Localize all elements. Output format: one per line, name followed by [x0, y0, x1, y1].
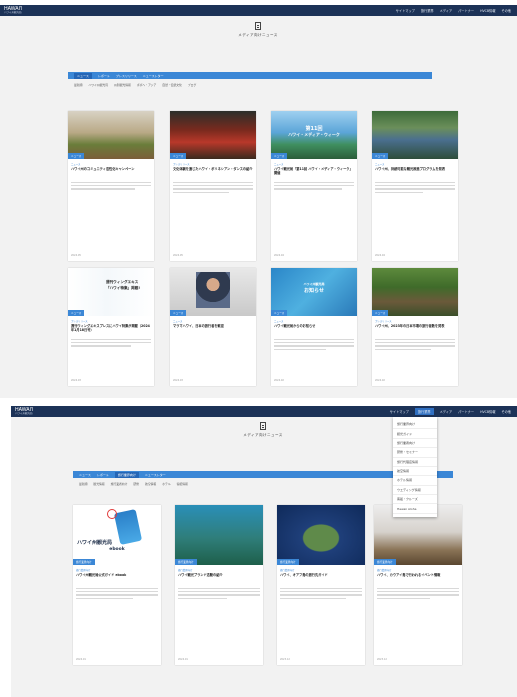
card-title[interactable]: ハワイ観光局からのお知らせ: [274, 324, 354, 337]
filter-5[interactable]: ホテル: [162, 482, 170, 486]
card-thumbnail: ニュース: [68, 111, 154, 159]
tab-press[interactable]: プレスリリース: [116, 74, 137, 78]
news-card[interactable]: ニュース プレスリリース ハワイ州、2023年の日本市場の旅行者数を発表 202…: [372, 268, 458, 386]
nav-other[interactable]: その他: [501, 8, 511, 13]
dropdown-item[interactable]: 旅行代理店情報: [393, 458, 437, 467]
top-header-bar: HAWAI'I ハワイ州観光局 サイトマップ 旅行業界 メディア パートナー H…: [0, 5, 517, 16]
page-title: メディア向けニュース: [238, 33, 278, 37]
nav-partner[interactable]: パートナー: [458, 409, 474, 414]
trade-dropdown-menu: 旅行業界向け 観光ガイド 旅行業者向け 研修・セミナー 旅行代理店情報 航空情報…: [393, 417, 437, 517]
news-card[interactable]: ニュース ニュース ハワイ州、持続可能な観光推進プログラムを発表 2024.04: [372, 111, 458, 261]
top-page-heading: メディア向けニュース: [208, 22, 308, 38]
trade-card[interactable]: ハワイ州観光局 ebook 旅行業界向け 旅行業界向け ハワイ州観光局公式ガイド…: [73, 505, 161, 665]
news-card[interactable]: ニュース プレスリリース 文化体験を通じたハワイ・ポリネシアン・ダンスの紹介 2…: [170, 111, 256, 261]
dropdown-item[interactable]: ホテル情報: [393, 476, 437, 486]
filter-2[interactable]: 州別観光情報: [114, 83, 131, 87]
page-title: メディア向けニュース: [243, 433, 283, 437]
tab-newsletter[interactable]: ニュースレター: [145, 473, 166, 477]
card-title[interactable]: マラマハワイ、日本の旅行者を歓迎: [173, 324, 253, 337]
document-icon: [260, 422, 266, 430]
card-thumbnail: ニュース: [372, 268, 458, 316]
card-thumbnail: 旅行業界向け: [175, 505, 263, 565]
hawaii-logo[interactable]: HAWAI'I ハワイ州観光局: [11, 407, 51, 416]
card-title[interactable]: ハワイ観光局「第11回 ハワイ・メディア・ウィーク」開催: [274, 167, 354, 180]
card-title[interactable]: 週刊ウィングエキスプレスにハワイ特集が掲載（2024年1月18日号）: [71, 324, 151, 337]
news-card[interactable]: 第11回 ハワイ・メディア・ウィーク ニュース ニュース ハワイ観光局「第11回…: [271, 111, 357, 261]
nav-trade[interactable]: 旅行業界: [421, 8, 434, 13]
filter-1[interactable]: 観光情報: [93, 482, 104, 486]
dropdown-item[interactable]: ウエディング情報: [393, 486, 437, 495]
no-sign-icon: [107, 509, 117, 519]
card-thumbnail: ニュース: [372, 111, 458, 159]
tab-trade[interactable]: 旅行業界向け: [114, 471, 139, 478]
top-nav: サイトマップ 旅行業界 メディア パートナー HVCB情報 その他: [396, 8, 517, 13]
dropdown-item[interactable]: 観光ガイド: [393, 429, 437, 439]
tab-report[interactable]: レポート: [98, 74, 110, 78]
nav-media[interactable]: メディア: [440, 409, 453, 414]
person-photo: [196, 272, 230, 308]
dropdown-item[interactable]: 航空情報: [393, 467, 437, 477]
nav-hvcb[interactable]: HVCB情報: [480, 8, 495, 13]
news-card[interactable]: ニュース ニュース ハワイ州のコミュニティ活性化キャンペーン 2024.05: [68, 111, 154, 261]
filter-1[interactable]: ハワイ州観光局: [88, 83, 108, 87]
card-title[interactable]: ハワイ州、2023年の日本市場の旅行者数を発表: [375, 324, 455, 337]
card-title[interactable]: ハワイ州、持続可能な観光推進プログラムを発表: [375, 167, 455, 180]
filter-5[interactable]: ブログ: [188, 83, 196, 87]
trade-card[interactable]: 旅行業界向け 旅行業界向け ハワイ、オアフ島の旅行先ガイド 2023.12: [277, 505, 365, 665]
card-thumbnail: ニュース: [170, 268, 256, 316]
dropdown-item[interactable]: 旅行業者向け: [393, 439, 437, 449]
card-thumbnail: ニュース: [170, 111, 256, 159]
card-title[interactable]: ハワイ、オアフ島の旅行先ガイド: [280, 573, 362, 586]
nav-trade[interactable]: 旅行業界: [414, 408, 434, 415]
tab-newsletter[interactable]: ニュースレター: [143, 74, 164, 78]
document-icon: [255, 22, 261, 30]
filter-0[interactable]: 最新順: [79, 482, 87, 486]
dropdown-item[interactable]: 旅行業界向け: [393, 420, 437, 430]
hawaii-logo[interactable]: HAWAI'I ハワイ州観光局: [0, 6, 40, 15]
filter-2[interactable]: 旅行業者向け: [111, 482, 128, 486]
top-nav: サイトマップ 旅行業界 メディア パートナー HVCB情報 その他: [390, 408, 517, 415]
bottom-header-bar: HAWAI'I ハワイ州観光局 サイトマップ 旅行業界 メディア パートナー H…: [11, 406, 517, 417]
tab-report[interactable]: レポート: [97, 473, 109, 477]
top-category-tabs: ニュース レポート プレスリリース ニュースレター: [68, 72, 432, 79]
nav-partner[interactable]: パートナー: [458, 8, 474, 13]
card-thumbnail: 第11回 ハワイ・メディア・ウィーク ニュース: [271, 111, 357, 159]
nav-media[interactable]: メディア: [440, 8, 453, 13]
dropdown-item[interactable]: 研修・セミナー: [393, 448, 437, 458]
nav-hvcb[interactable]: HVCB情報: [480, 409, 495, 414]
top-sub-filters: 最新順 ハワイ州観光局 州別観光情報 ポポヘ・アジア 自然・伝統文化 ブログ: [68, 82, 432, 88]
nav-sitemap[interactable]: サイトマップ: [390, 409, 409, 414]
card-thumbnail: ハワイ州観光局 お知らせ ニュース: [271, 268, 357, 316]
bottom-page-heading: メディア向けニュース: [213, 422, 313, 438]
card-thumbnail: ハワイ州観光局 ebook 旅行業界向け: [73, 505, 161, 565]
dropdown-item[interactable]: 客船・クルーズ: [393, 495, 437, 505]
news-card[interactable]: ハワイ州観光局 お知らせ ニュース ニュース ハワイ観光局からのお知らせ 202…: [271, 268, 357, 386]
filter-6[interactable]: 客船情報: [177, 482, 188, 486]
nav-sitemap[interactable]: サイトマップ: [396, 8, 415, 13]
nav-other[interactable]: その他: [501, 409, 511, 414]
card-title[interactable]: 文化体験を通じたハワイ・ポリネシアン・ダンスの紹介: [173, 167, 253, 180]
card-thumbnail: 週刊ウィングエキス 「ハワイ特集」掲載! ニュース: [68, 268, 154, 316]
card-title[interactable]: ハワイ州のコミュニティ活性化キャンペーン: [71, 167, 151, 180]
trade-card[interactable]: 旅行業界向け 旅行業界向け ハワイ観光ブランド活動の紹介 2024.01: [175, 505, 263, 665]
filter-3[interactable]: 研修: [133, 482, 139, 486]
filter-4[interactable]: 航空情報: [145, 482, 156, 486]
card-title[interactable]: ハワイ州観光局公式ガイド ebook: [76, 573, 158, 586]
filter-0[interactable]: 最新順: [74, 83, 82, 87]
news-card[interactable]: ニュース ニュース マラマハワイ、日本の旅行者を歓迎 2024.03: [170, 268, 256, 386]
card-title[interactable]: ハワイ、カウアイ島で行われるイベント情報: [377, 573, 459, 586]
filter-3[interactable]: ポポヘ・アジア: [137, 83, 156, 87]
trade-card[interactable]: 旅行業界向け 旅行業界向け ハワイ、カウアイ島で行われるイベント情報 2023.…: [374, 505, 462, 665]
tab-news[interactable]: ニュース: [79, 473, 91, 477]
card-title[interactable]: ハワイ観光ブランド活動の紹介: [178, 573, 260, 586]
tab-news[interactable]: ニュース: [74, 72, 92, 79]
dropdown-item[interactable]: Hawaii Aloha: [393, 504, 437, 514]
news-card[interactable]: 週刊ウィングエキス 「ハワイ特集」掲載! ニュース プレスリリース 週刊ウィング…: [68, 268, 154, 386]
filter-4[interactable]: 自然・伝統文化: [162, 83, 182, 87]
card-thumbnail: 旅行業界向け: [277, 505, 365, 565]
